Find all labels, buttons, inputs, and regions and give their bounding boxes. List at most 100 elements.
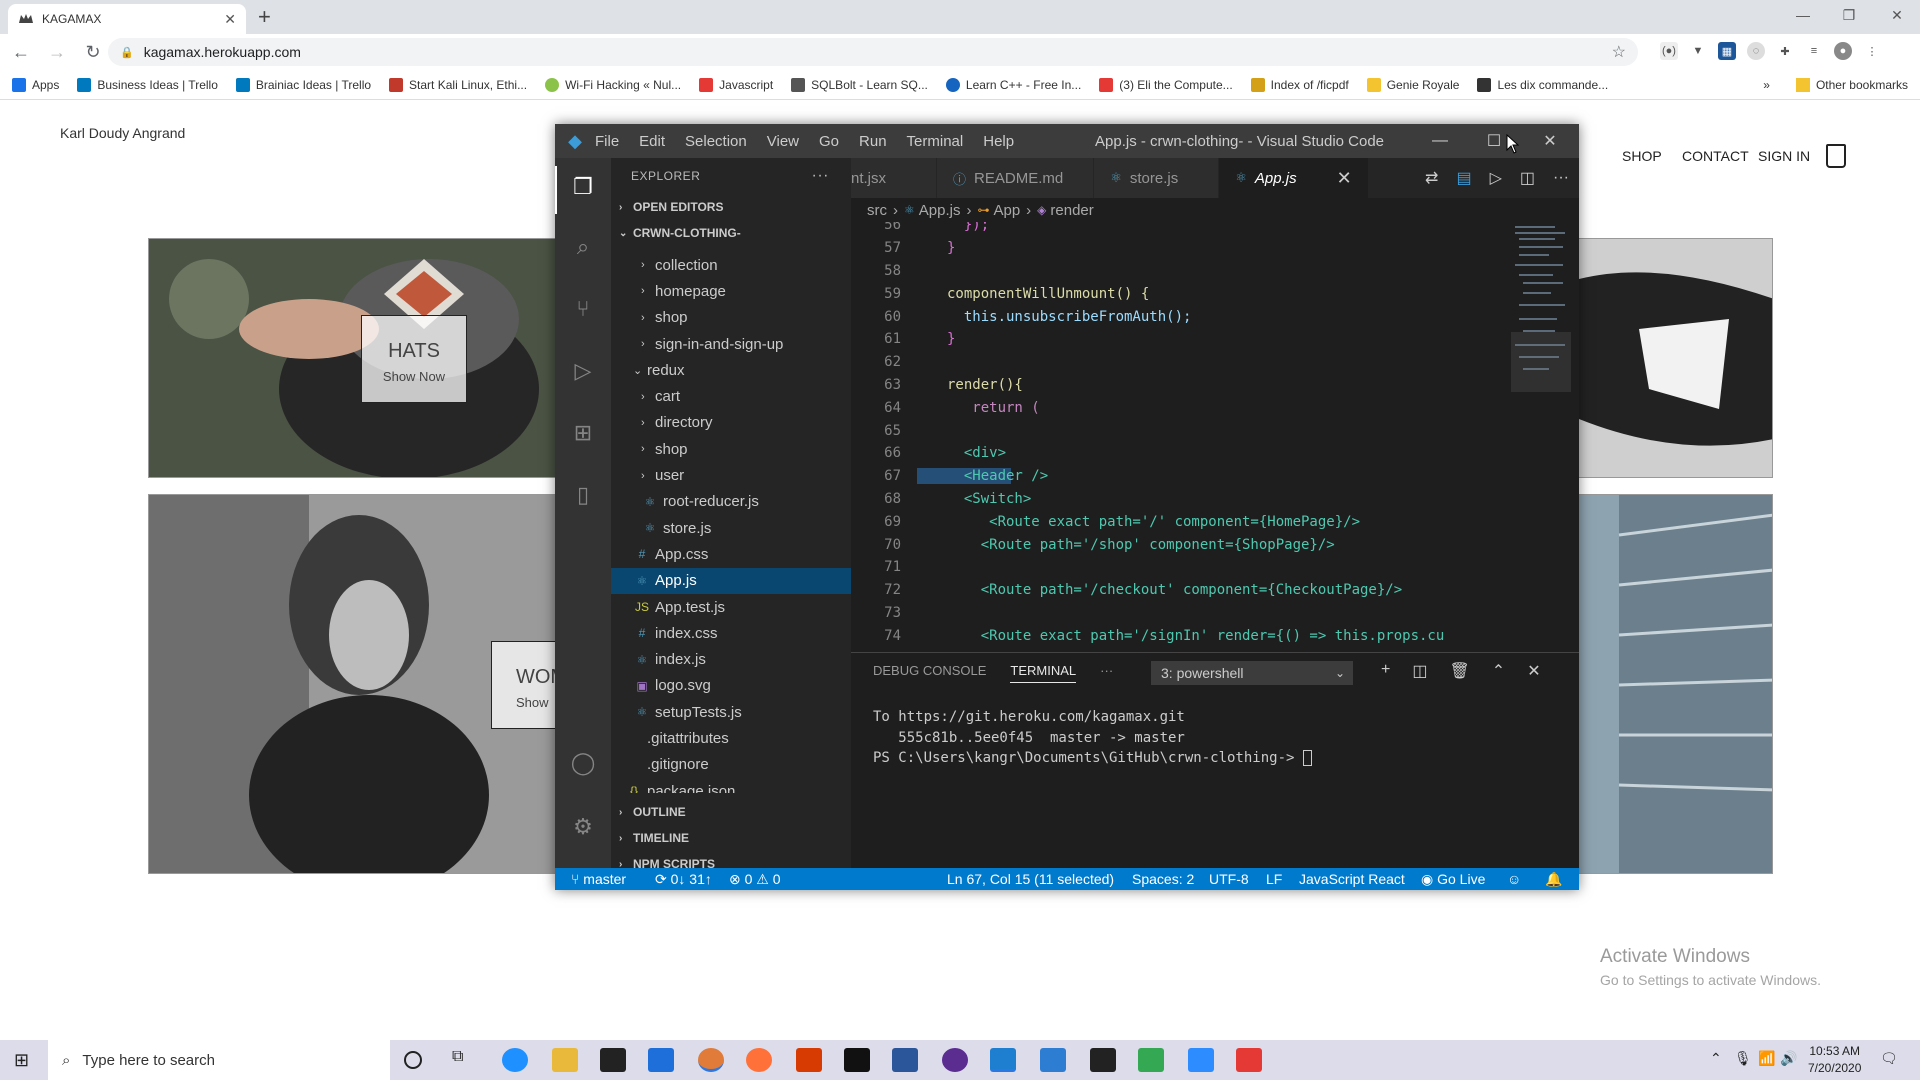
nav-signin[interactable]: SIGN IN bbox=[1758, 148, 1810, 164]
tab-terminal[interactable]: TERMINAL bbox=[1010, 663, 1077, 683]
site-brand[interactable]: Karl Doudy Angrand bbox=[60, 125, 185, 141]
code-editor[interactable]: 56 }); 57} 58 59 componentWillUnmount() {60 … bbox=[851, 222, 1491, 650]
code-line[interactable]: 63 render(){ bbox=[851, 374, 1491, 397]
menu-file[interactable]: File bbox=[595, 133, 619, 150]
breadcrumb-item[interactable]: App bbox=[993, 202, 1020, 219]
menu-terminal[interactable]: Terminal bbox=[907, 133, 964, 150]
tree-item[interactable]: › shop bbox=[611, 436, 851, 462]
remote-explorer-icon[interactable]: ▯ bbox=[567, 482, 599, 514]
tree-item[interactable]: › cart bbox=[611, 383, 851, 409]
code-line[interactable]: 71 bbox=[851, 556, 1491, 579]
section-project[interactable]: ⌄ CRWN-CLOTHING- bbox=[611, 220, 851, 246]
security-icon[interactable] bbox=[1090, 1048, 1116, 1072]
more-actions-icon[interactable]: ··· bbox=[812, 167, 829, 185]
restore-icon[interactable]: ❐ bbox=[1826, 0, 1872, 30]
tree-item[interactable]: › sign-in-and-sign-up bbox=[611, 331, 851, 357]
code-line[interactable]: 67 <Header /> bbox=[851, 465, 1491, 488]
extensions-icon[interactable]: ⊞ bbox=[567, 420, 599, 452]
bookmarks-overflow-icon[interactable]: » bbox=[1763, 78, 1770, 92]
go-live-button[interactable]: ◉ Go Live bbox=[1421, 871, 1485, 888]
bookmark-item[interactable]: (3) Eli the Compute... bbox=[1099, 77, 1233, 92]
code-line[interactable]: 65 bbox=[851, 419, 1491, 442]
vscode-taskbar-icon[interactable] bbox=[990, 1048, 1016, 1072]
close-tab-icon[interactable]: ✕ bbox=[224, 11, 236, 28]
run-debug-icon[interactable]: ▷ bbox=[567, 358, 599, 390]
menu-view[interactable]: View bbox=[767, 133, 799, 150]
code-line[interactable]: 75 </Switch> bbox=[851, 647, 1491, 650]
back-icon[interactable]: ← bbox=[6, 42, 36, 63]
address-bar[interactable]: 🔒 kagamax.herokuapp.com ☆ bbox=[108, 38, 1638, 66]
terminal-selector[interactable]: 3: powershell ⌄ bbox=[1151, 661, 1353, 685]
tree-item[interactable]: › shop bbox=[611, 305, 851, 331]
menu-go[interactable]: Go bbox=[819, 133, 839, 150]
mail-icon[interactable] bbox=[648, 1048, 674, 1072]
volume-icon[interactable]: 🔊 bbox=[1780, 1050, 1797, 1067]
minimap[interactable] bbox=[1511, 222, 1571, 650]
bookmark-item[interactable]: Les dix commande... bbox=[1477, 77, 1608, 92]
menu-kebab-icon[interactable]: ⋮ bbox=[1863, 42, 1881, 60]
tree-item[interactable]: › user bbox=[611, 462, 851, 488]
bookmark-item[interactable]: SQLBolt - Learn SQ... bbox=[791, 77, 928, 92]
extension-icon[interactable]: ◌ bbox=[1747, 42, 1765, 60]
more-actions-icon[interactable]: ··· bbox=[1553, 169, 1569, 187]
tab-app-js[interactable]: ⚛ App.js ✕ bbox=[1219, 158, 1369, 198]
minimize-icon[interactable]: — bbox=[1417, 124, 1463, 158]
bookmark-star-icon[interactable]: ☆ bbox=[1612, 42, 1626, 62]
notifications-icon[interactable]: 🗨 bbox=[1880, 1050, 1898, 1067]
taskbar-search[interactable]: ⌕ Type here to search bbox=[48, 1040, 390, 1080]
avatar-icon[interactable]: ● bbox=[1834, 42, 1852, 60]
bookmark-item[interactable]: Apps bbox=[12, 77, 59, 92]
new-tab-button[interactable]: + bbox=[258, 4, 271, 30]
category-tile-mens[interactable] bbox=[1578, 494, 1773, 874]
wifi-icon[interactable]: 📶 bbox=[1758, 1050, 1775, 1067]
reload-icon[interactable]: ↻ bbox=[78, 42, 108, 63]
notifications-bell-icon[interactable]: 🔔 bbox=[1545, 871, 1562, 888]
code-line[interactable]: 72 <Route path='/checkout' component={Ch… bbox=[851, 579, 1491, 602]
terminal-output[interactable]: To https://git.heroku.com/kagamax.git 55… bbox=[873, 707, 1312, 769]
tree-item[interactable]: JS App.test.js bbox=[611, 594, 851, 620]
minimize-icon[interactable]: — bbox=[1780, 0, 1826, 30]
run-icon[interactable]: ▷ bbox=[1490, 168, 1502, 188]
chevron-up-icon[interactable]: ⌃ bbox=[1710, 1050, 1722, 1067]
tree-item[interactable]: › homepage bbox=[611, 278, 851, 304]
minimap-slider[interactable] bbox=[1511, 332, 1571, 392]
tab-store-js[interactable]: ⚛ store.js bbox=[1094, 158, 1220, 198]
sync-status[interactable]: ⟳ 0↓ 31↑ bbox=[655, 871, 712, 888]
shopping-bag-icon[interactable] bbox=[1826, 144, 1846, 168]
split-terminal-icon[interactable]: ◫ bbox=[1412, 661, 1427, 681]
app-icon[interactable] bbox=[942, 1048, 968, 1072]
bookmark-item[interactable]: Index of /ficpdf bbox=[1250, 77, 1349, 92]
bookmark-item[interactable]: Business Ideas | Trello bbox=[77, 77, 218, 92]
search-icon[interactable]: ⌕ bbox=[567, 234, 599, 266]
tree-item[interactable]: › directory bbox=[611, 410, 851, 436]
chevron-up-icon[interactable]: ⌃ bbox=[1492, 661, 1505, 681]
breadcrumb-item[interactable]: App.js bbox=[919, 202, 961, 219]
other-bookmarks[interactable]: Other bookmarks bbox=[1816, 78, 1908, 92]
microphone-icon[interactable]: 🎙 bbox=[1734, 1050, 1752, 1067]
bookmark-item[interactable]: Brainiac Ideas | Trello bbox=[235, 77, 371, 92]
category-tile-sneakers[interactable] bbox=[1578, 238, 1773, 478]
terminal-icon[interactable] bbox=[844, 1048, 870, 1072]
compare-changes-icon[interactable]: ⇄ bbox=[1425, 168, 1438, 188]
chrome-icon[interactable] bbox=[698, 1048, 724, 1072]
word-icon[interactable] bbox=[892, 1048, 918, 1072]
browser-tab[interactable]: KAGAMAX ✕ bbox=[8, 4, 246, 34]
task-view-icon[interactable]: ⧉ bbox=[452, 1048, 478, 1072]
close-icon[interactable]: ✕ bbox=[1527, 124, 1573, 158]
code-line[interactable]: 64 return ( bbox=[851, 396, 1491, 419]
tree-item[interactable]: .gitattributes bbox=[611, 725, 851, 751]
source-control-icon[interactable]: ⑂ bbox=[567, 296, 599, 328]
tree-item[interactable]: ⌄ redux bbox=[611, 357, 851, 383]
windows-start-icon[interactable]: ⊞ bbox=[14, 1050, 29, 1071]
explorer-icon[interactable]: ❐ bbox=[567, 174, 599, 206]
bookmark-item[interactable]: Start Kali Linux, Ethi... bbox=[389, 77, 527, 92]
tree-item[interactable]: ⚛ index.js bbox=[611, 646, 851, 672]
cursor-position[interactable]: Ln 67, Col 15 (11 selected) bbox=[947, 871, 1114, 887]
code-line[interactable]: 70 <Route path='/shop' component={ShopPa… bbox=[851, 533, 1491, 556]
tab-component-jsx[interactable]: nt.jsx bbox=[851, 158, 938, 198]
store-icon[interactable] bbox=[600, 1048, 626, 1072]
tree-item[interactable]: # index.css bbox=[611, 620, 851, 646]
nav-contact[interactable]: CONTACT bbox=[1682, 148, 1749, 164]
app-icon[interactable] bbox=[1040, 1048, 1066, 1072]
tree-item[interactable]: .gitignore bbox=[611, 752, 851, 778]
